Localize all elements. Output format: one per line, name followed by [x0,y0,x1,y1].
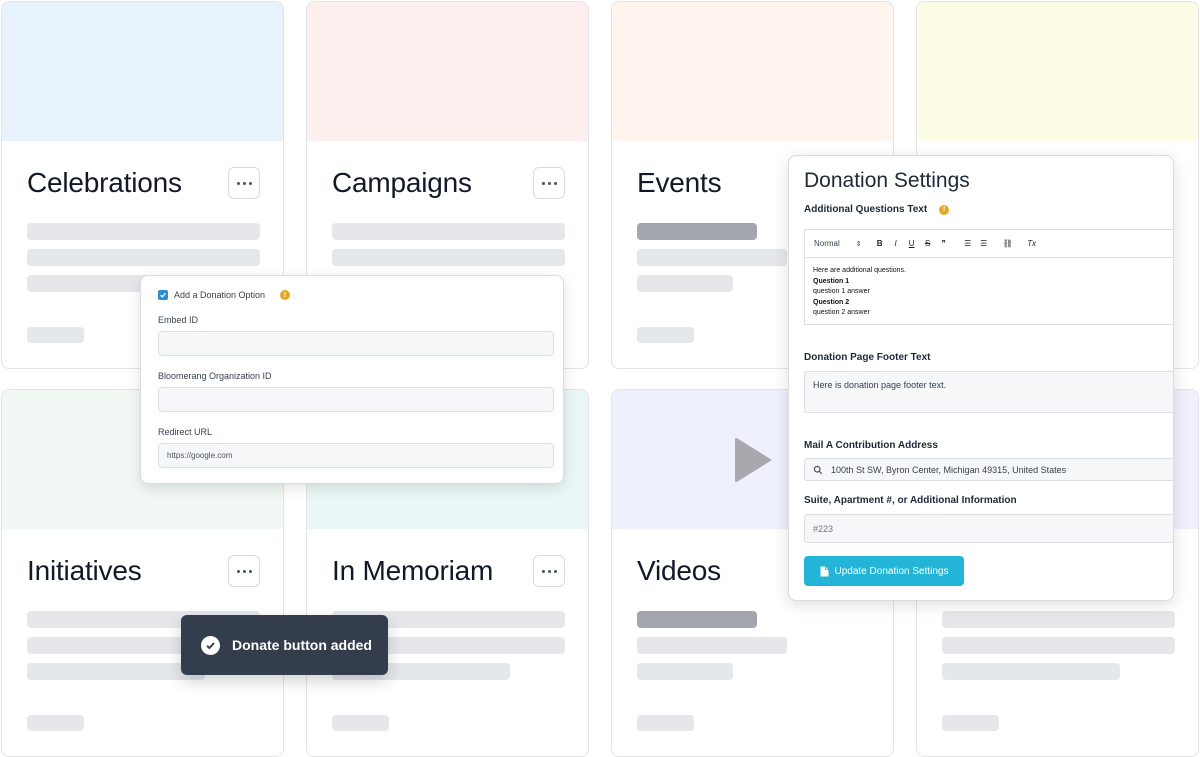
skeleton-line [942,637,1175,654]
additional-questions-text: Additional Questions Text [804,204,928,215]
redirect-url-label: Redirect URL [158,427,213,437]
card-title: Campaigns [332,167,472,198]
update-donation-settings-button[interactable]: Update Donation Settings [804,556,964,586]
format-select-arrow-icon[interactable]: ⇕ [856,240,862,248]
suite-placeholder: #223 [813,523,834,534]
skeleton-line [637,663,733,680]
editor-toolbar: Normal ⇕ B I U S ❞ ☰ ☰ ⛓ Tx [805,230,1173,258]
editor-line: Question 1 [813,277,850,285]
dot-icon [236,181,240,185]
dot-icon [242,569,246,573]
skeleton-line [637,249,787,266]
rich-text-editor[interactable]: Normal ⇕ B I U S ❞ ☰ ☰ ⛓ Tx Here are add… [804,229,1173,327]
editor-content[interactable]: Here are additional questions. Question … [805,258,1173,327]
info-icon[interactable]: ! [939,204,950,215]
skeleton-line [27,223,260,240]
footer-text-input[interactable]: Here is donation page footer text. [804,371,1173,413]
clear-format-button[interactable]: Tx [1024,239,1040,248]
org-id-input[interactable] [158,387,554,412]
skeleton-line [637,275,733,292]
additional-questions-label: Additional Questions Text ! [804,204,950,215]
play-icon[interactable] [735,437,772,483]
card-title: Celebrations [27,167,182,198]
dot-icon [553,569,557,573]
skeleton-line [942,611,1175,628]
skeleton-line [637,223,757,240]
dot-icon [248,181,252,185]
dot-icon [553,181,557,185]
bold-button[interactable]: B [872,239,888,248]
underline-button[interactable]: U [904,239,920,248]
italic-button[interactable]: I [888,239,904,248]
donation-option-popup: Add a Donation Option ! Embed ID Bloomer… [140,275,564,484]
search-icon [813,465,823,474]
dot-icon [547,181,551,185]
skeleton-line [637,637,787,654]
donation-settings-panel: Donation Settings Additional Questions T… [788,155,1174,601]
quote-button[interactable]: ❞ [936,239,952,248]
skeleton-line [27,663,205,680]
editor-line: Here are additional questions. [813,267,907,274]
donation-option-checkbox[interactable] [158,290,168,300]
update-button-label: Update Donation Settings [834,565,949,577]
file-icon [820,566,829,576]
skeleton-tag [637,715,694,731]
address-input[interactable]: 100th St SW, Byron Center, Michigan 4931… [804,458,1173,481]
card-banner [2,2,283,141]
dot-icon [541,569,545,573]
donation-option-row[interactable]: Add a Donation Option ! [158,290,291,300]
card-title: Events [637,167,722,198]
address-value: 100th St SW, Byron Center, Michigan 4931… [831,464,1067,475]
toast-message: Donate button added [232,637,372,653]
panel-title: Donation Settings [804,169,970,192]
card-title: Videos [637,555,721,586]
suite-input[interactable]: #223 [804,514,1173,543]
more-options-button[interactable] [228,555,260,587]
editor-line: question 1 answer [813,288,870,295]
skeleton-line [637,611,757,628]
card-banner [612,2,893,141]
editor-line: Question 2 [813,298,850,306]
skeleton-tag [637,327,694,343]
success-toast: Donate button added [181,615,388,675]
skeleton-line [332,249,565,266]
skeleton-line [332,223,565,240]
donation-option-label: Add a Donation Option [174,290,266,300]
skeleton-tag [27,715,84,731]
editor-line: question 2 answer [813,309,870,316]
check-circle-icon [201,635,220,655]
skeleton-tag [332,715,389,731]
embed-id-label: Embed ID [158,315,199,325]
footer-text-label: Donation Page Footer Text [804,352,931,363]
dot-icon [248,569,252,573]
info-icon[interactable]: ! [280,290,291,300]
skeleton-tag [27,327,84,343]
embed-id-input[interactable] [158,331,554,356]
skeleton-tag [942,715,999,731]
ordered-list-icon[interactable]: ☰ [960,239,976,248]
dot-icon [541,181,545,185]
strikethrough-button[interactable]: S [920,239,936,248]
dot-icon [547,569,551,573]
link-icon[interactable]: ⛓ [1000,239,1016,248]
card-title: Initiatives [27,555,142,586]
suite-label: Suite, Apartment #, or Additional Inform… [804,495,1017,506]
checkmark-icon [160,292,166,298]
dot-icon [242,181,246,185]
more-options-button[interactable] [533,167,565,199]
card-banner [307,2,588,141]
org-id-label: Bloomerang Organization ID [158,371,272,381]
skeleton-line [27,249,260,266]
card-title: In Memoriam [332,555,494,586]
skeleton-line [942,663,1120,680]
more-options-button[interactable] [228,167,260,199]
more-options-button[interactable] [533,555,565,587]
card-banner [917,2,1198,141]
format-select[interactable]: Normal [814,239,840,248]
dot-icon [236,569,240,573]
address-label: Mail A Contribution Address [804,440,938,451]
bullet-list-icon[interactable]: ☰ [976,239,992,248]
redirect-url-input[interactable]: https://google.com [158,443,554,468]
